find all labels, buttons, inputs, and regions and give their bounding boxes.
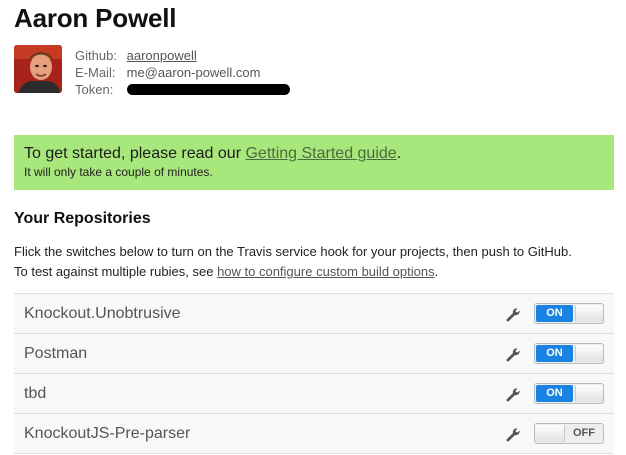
repository-row: KnockoutJS-Pre-parser OFF <box>14 414 614 454</box>
notice-line1: To get started, please read our Getting … <box>24 145 401 163</box>
toggle-knob <box>575 345 603 362</box>
repository-row: Knockout.Unobtrusive ON <box>14 294 614 334</box>
service-hook-toggle[interactable]: ON <box>534 383 604 404</box>
wrench-icon[interactable] <box>505 307 521 323</box>
avatar-image <box>14 45 62 93</box>
email-label: E-Mail: <box>75 65 116 80</box>
github-row: Github: aaronpowell <box>75 47 290 64</box>
desc-line2: To test against multiple rubies, see how… <box>14 262 572 282</box>
service-hook-toggle[interactable]: ON <box>534 343 604 364</box>
toggle-off-label: OFF <box>573 427 595 439</box>
notice-suffix: . <box>396 145 402 162</box>
repository-row: Postman ON <box>14 334 614 374</box>
desc-line2-prefix: To test against multiple rubies, see <box>14 264 218 279</box>
custom-build-options-link[interactable]: how to configure custom build options <box>217 264 435 279</box>
toggle-on-label: ON <box>536 345 573 362</box>
toggle-on-label: ON <box>536 385 573 402</box>
desc-line1: Flick the switches below to turn on the … <box>14 244 572 259</box>
token-label: Token: <box>75 82 114 97</box>
service-hook-toggle[interactable]: ON <box>534 303 604 324</box>
token-redaction <box>126 84 290 96</box>
desc-line2-suffix: . <box>434 264 439 279</box>
repository-list: Knockout.Unobtrusive ON Postman ON tbd O… <box>14 293 614 454</box>
toggle-on-label: ON <box>536 305 573 322</box>
profile-name: Aaron Powell <box>14 3 177 33</box>
notice-prefix: To get started, please read our <box>24 145 246 162</box>
repository-name: Knockout.Unobtrusive <box>24 305 181 322</box>
github-label: Github: <box>75 48 117 63</box>
repository-name: KnockoutJS-Pre-parser <box>24 425 191 442</box>
getting-started-link[interactable]: Getting Started guide <box>245 145 396 162</box>
toggle-knob <box>575 385 603 402</box>
token-row: Token: <box>75 81 290 98</box>
repository-name: tbd <box>24 385 47 402</box>
notice-line2: It will only take a couple of minutes. <box>24 165 213 179</box>
avatar <box>14 45 62 93</box>
getting-started-notice: To get started, please read our Getting … <box>14 135 614 190</box>
toggle-knob <box>575 305 603 322</box>
profile-info: Github: aaronpowell E-Mail: me@aaron-pow… <box>75 47 290 98</box>
wrench-icon[interactable] <box>505 427 521 443</box>
email-value: me@aaron-powell.com <box>126 65 261 80</box>
service-hook-toggle[interactable]: OFF <box>534 423 604 444</box>
wrench-icon[interactable] <box>505 347 521 363</box>
repositories-heading: Your Repositories <box>14 210 151 227</box>
wrench-icon[interactable] <box>505 387 521 403</box>
repository-name: Postman <box>24 345 88 362</box>
email-row: E-Mail: me@aaron-powell.com <box>75 64 290 81</box>
toggle-knob <box>535 425 565 442</box>
repository-row: tbd ON <box>14 374 614 414</box>
github-link[interactable]: aaronpowell <box>127 48 197 63</box>
repositories-description: Flick the switches below to turn on the … <box>14 242 572 282</box>
